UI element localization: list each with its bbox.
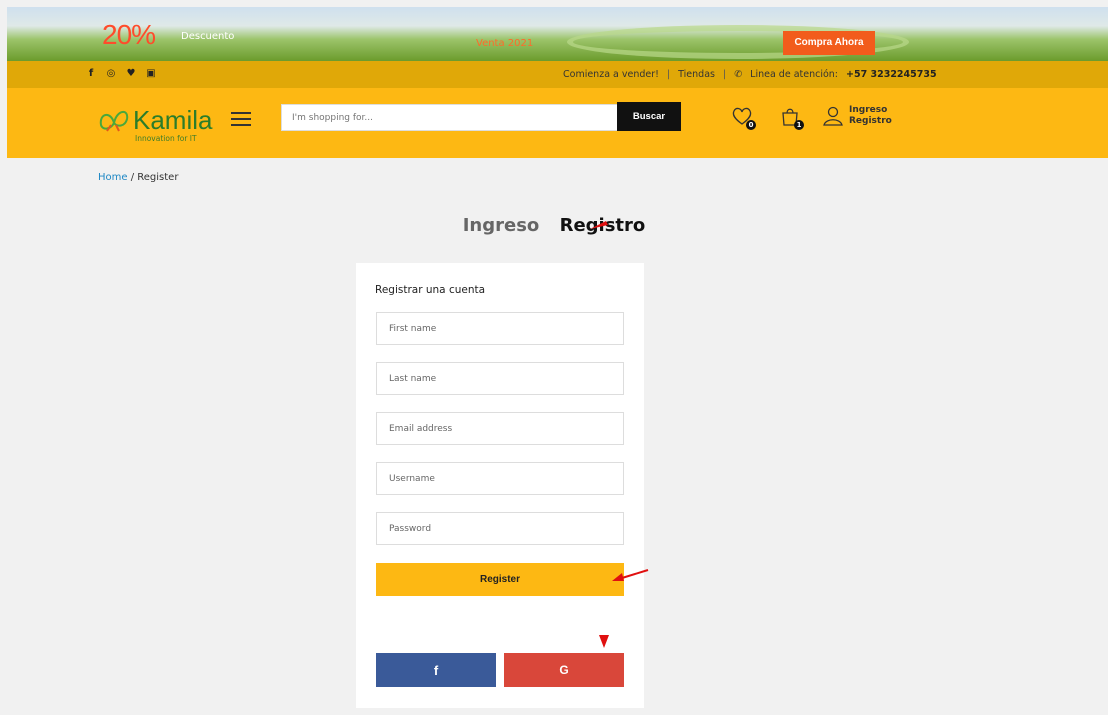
password-field[interactable] <box>376 512 624 545</box>
auth-links: Ingreso Registro <box>849 105 892 127</box>
search-button[interactable]: Buscar <box>617 102 681 131</box>
annotation-arrow-icon <box>612 569 649 581</box>
promo-discount-label: Descuento <box>181 31 235 42</box>
stores-link[interactable]: Tiendas <box>678 69 715 80</box>
phone-icon: ✆ <box>734 69 743 80</box>
cart-count: 1 <box>794 120 804 130</box>
cart-button[interactable]: 1 <box>779 106 804 130</box>
facebook-login-button[interactable]: f <box>376 653 496 687</box>
top-info-bar: f ◎ ♥ ▣ Comienza a vender! | Tiendas | ✆… <box>7 61 1108 88</box>
logo-text: Kamila <box>133 105 213 135</box>
first-name-field[interactable] <box>376 312 624 345</box>
auth-tabs: Ingreso Registro <box>0 215 1108 236</box>
google-login-button[interactable]: G <box>504 653 624 687</box>
logo-tagline: Innovation for IT <box>135 134 197 143</box>
annotation-arrow-icon <box>590 221 608 229</box>
email-field[interactable] <box>376 412 624 445</box>
search-input[interactable] <box>281 104 621 131</box>
youtube-icon[interactable]: ▣ <box>145 68 157 79</box>
wishlist-count: 0 <box>746 120 756 130</box>
header-login-link[interactable]: Ingreso <box>849 105 892 116</box>
butterfly-logo-icon <box>97 105 131 145</box>
breadcrumb-home[interactable]: Home <box>98 172 128 183</box>
phone-number[interactable]: +57 3232245735 <box>846 69 937 80</box>
logo[interactable]: Kamila Innovation for IT <box>97 103 237 147</box>
wishlist-button[interactable]: 0 <box>731 106 756 130</box>
sell-link[interactable]: Comienza a vender! <box>563 69 659 80</box>
menu-icon[interactable] <box>231 112 251 126</box>
breadcrumb: Home / Register <box>98 172 179 183</box>
main-header: Kamila Innovation for IT Buscar 0 1 Ingr… <box>7 88 1108 158</box>
promo-percent: 20% <box>102 19 156 50</box>
username-field[interactable] <box>376 462 624 495</box>
phone-label: Linea de atención: <box>750 69 838 80</box>
social-links: f ◎ ♥ ▣ <box>85 68 157 79</box>
facebook-icon[interactable]: f <box>85 68 97 79</box>
promo-banner[interactable]: 20% Descuento Venta 2021 Compra Ahora <box>7 7 1108 61</box>
buy-now-button[interactable]: Compra Ahora <box>783 31 875 55</box>
twitter-icon[interactable]: ♥ <box>125 68 137 79</box>
promo-subtitle: Venta 2021 <box>476 38 534 49</box>
breadcrumb-current: Register <box>137 172 179 183</box>
register-button[interactable]: Register <box>376 563 624 596</box>
user-icon[interactable] <box>822 106 846 128</box>
tab-login[interactable]: Ingreso <box>463 215 540 236</box>
top-nav: Comienza a vender! | Tiendas | ✆ Linea d… <box>563 69 937 80</box>
header-register-link[interactable]: Registro <box>849 116 892 127</box>
instagram-icon[interactable]: ◎ <box>105 68 117 79</box>
annotation-arrow-down-icon <box>599 635 609 648</box>
form-title: Registrar una cuenta <box>375 284 486 296</box>
last-name-field[interactable] <box>376 362 624 395</box>
